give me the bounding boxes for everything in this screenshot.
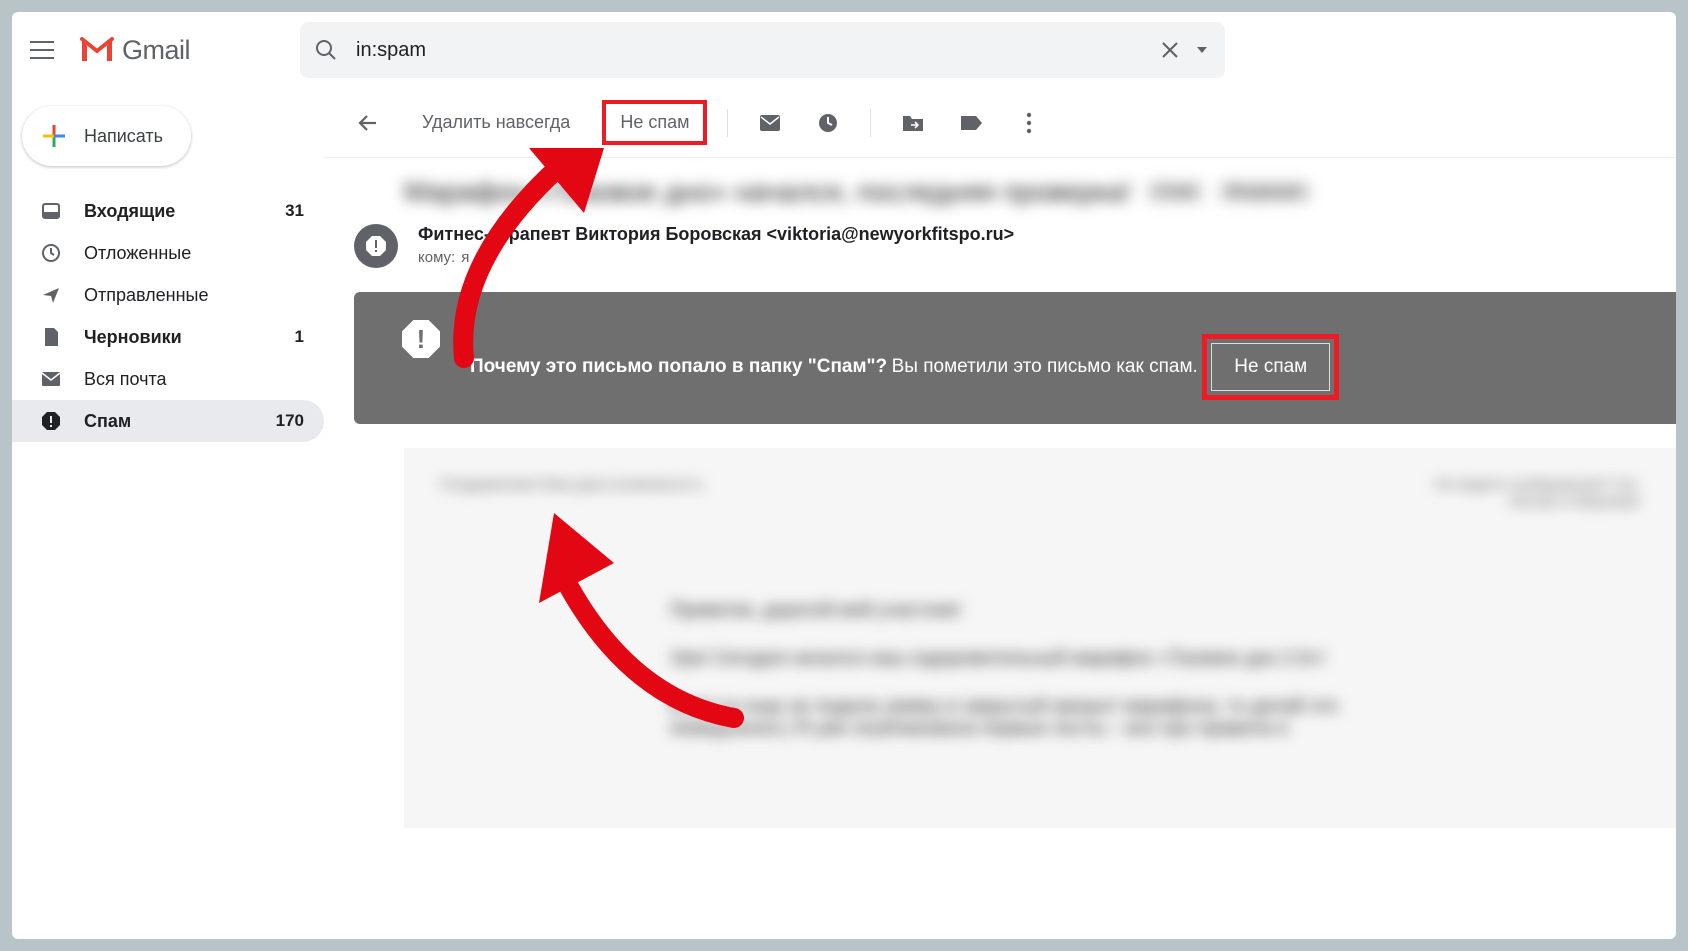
toolbar: Удалить навсегда Не спам [324,88,1676,158]
delete-forever-button[interactable]: Удалить навсегда [404,102,588,143]
sidebar-item-spam[interactable]: Спам 170 [12,400,324,442]
sidebar-item-sent[interactable]: Отправленные [12,274,324,316]
sidebar-item-drafts[interactable]: Черновики 1 [12,316,324,358]
separator [727,109,728,137]
warning-icon: ! [402,320,440,358]
banner-subtitle: Вы пометили это письмо как спам. [892,356,1198,377]
sender-row: Фитнес-терапевт Виктория Боровская <vikt… [324,216,1676,274]
spam-banner: ! Почему это письмо попало в папку "Спам… [354,292,1676,424]
send-icon [40,285,62,305]
mail-icon [40,371,62,387]
sidebar: Написать Входящие 31 Отложенные Отправле… [12,88,324,939]
compose-button[interactable]: Написать [22,106,191,166]
body-paragraph: Ура! Сегодня начался наш оздоровительный… [670,648,1410,670]
label-chip[interactable]: Спам [1147,181,1203,203]
search-bar [300,22,1225,78]
brand-text: Gmail [122,35,190,66]
email-body: Поздравляем! Вам дана возможность Не вид… [404,448,1676,828]
clear-icon[interactable] [1159,39,1181,61]
spam-icon [40,411,62,431]
nav-list: Входящие 31 Отложенные Отправленные Черн… [12,190,324,442]
not-spam-button[interactable]: Не спам [602,100,707,145]
sidebar-item-label: Отложенные [84,243,191,264]
to-value: я [461,249,469,266]
banner-not-spam-button[interactable]: Не спам [1211,343,1330,391]
sidebar-item-label: Входящие [84,201,175,222]
sidebar-item-label: Черновики [84,327,182,348]
compose-label: Написать [84,126,163,147]
to-prefix: кому: [418,249,455,266]
search-options-icon[interactable] [1193,41,1211,59]
back-icon[interactable] [346,101,390,145]
search-input[interactable] [356,39,1147,62]
body-header-left: Поздравляем! Вам дана возможность [440,476,703,510]
clock-icon [40,243,62,263]
snooze-icon[interactable] [806,101,850,145]
recipient-line[interactable]: кому: я [418,249,1014,266]
separator [870,109,871,137]
sidebar-item-count: 1 [295,327,304,347]
sidebar-item-label: Спам [84,411,131,432]
body-header-right-1: Не видите изображения? См. [1434,476,1640,493]
mark-unread-icon[interactable] [748,101,792,145]
sidebar-item-snoozed[interactable]: Отложенные [12,232,324,274]
body-paragraph: Если ты еще не подала заявку в закрытый … [670,696,1410,740]
body-paragraph: Приветик, дорогой мой участник! [670,600,1410,622]
sidebar-item-inbox[interactable]: Входящие 31 [12,190,324,232]
search-icon[interactable] [314,38,338,62]
app-window: Gmail Напис [12,12,1676,939]
sidebar-item-allmail[interactable]: Вся почта [12,358,324,400]
sidebar-item-count: 31 [285,201,304,221]
file-icon [40,327,62,347]
annotation-highlight: Не спам [1202,334,1339,400]
chevron-down-icon [475,254,485,262]
more-icon[interactable] [1007,101,1051,145]
main-pane: Удалить навсегда Не спам Марафон «Тазово… [324,88,1676,939]
inbox-icon [40,201,62,221]
header: Gmail [12,12,1676,88]
logo[interactable]: Gmail [80,35,190,66]
spam-icon [365,235,387,257]
subject-row: Марафон «Тазовое дно» начался, последняя… [324,158,1676,216]
sidebar-item-label: Вся почта [84,369,167,390]
sender-text: Фитнес-терапевт Виктория Боровская <vikt… [418,224,1014,245]
labels-icon[interactable] [949,101,993,145]
gmail-icon [80,37,114,63]
sidebar-item-label: Отправленные [84,285,209,306]
sidebar-item-count: 170 [276,411,304,431]
subject-text: Марафон «Тазовое дно» начался, последняя… [404,176,1131,208]
avatar [354,224,398,268]
menu-icon[interactable] [30,41,54,59]
body-header-right-2: письмо в браузере [1509,493,1640,510]
plus-icon [40,122,68,150]
banner-title: Почему это письмо попало в папку "Спам"? [470,356,887,377]
label-chip[interactable]: Входящие [1219,181,1311,203]
move-to-icon[interactable] [891,101,935,145]
